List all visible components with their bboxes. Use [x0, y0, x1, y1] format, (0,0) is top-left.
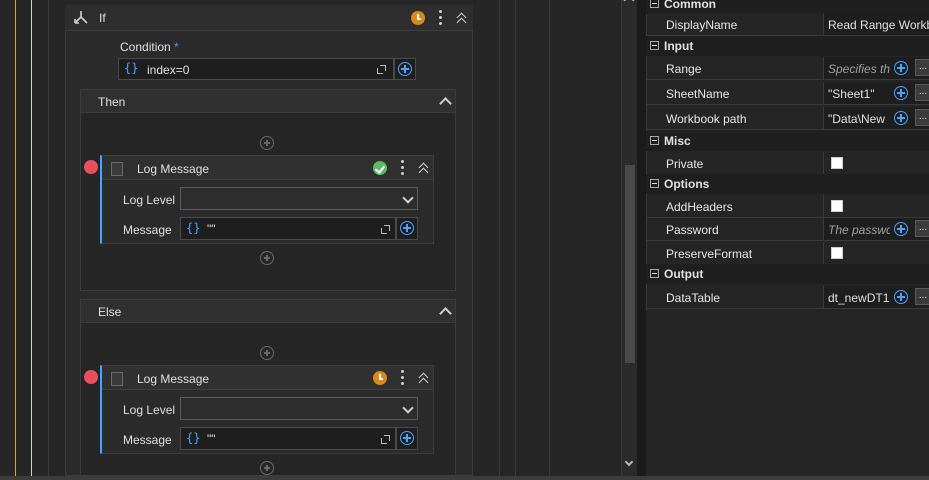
- password-field[interactable]: The passwc ...: [823, 218, 929, 240]
- expression-icon: {}: [124, 61, 139, 75]
- else-label: Else: [98, 305, 122, 319]
- warning-clock-icon[interactable]: [373, 371, 387, 385]
- workflow-designer[interactable]: If Condition * {} index=0 Then Log Messa…: [0, 0, 621, 476]
- property-display-name[interactable]: DisplayName Read Range Workbook: [646, 13, 929, 36]
- properties-panel: Common DisplayName Read Range Workbook I…: [646, 0, 929, 476]
- log-level-label: Log Level: [123, 193, 176, 207]
- more-options-icon[interactable]: [401, 370, 405, 388]
- log-message-icon: [111, 162, 123, 176]
- collapse-category-icon[interactable]: [650, 41, 659, 50]
- category-options[interactable]: Options: [646, 174, 929, 194]
- add-variable-icon[interactable]: [894, 111, 908, 125]
- ellipsis-button[interactable]: ...: [915, 288, 929, 305]
- add-variable-icon[interactable]: [894, 86, 908, 100]
- then-label: Then: [98, 95, 126, 109]
- category-common[interactable]: Common: [646, 0, 929, 14]
- log-level-select[interactable]: [180, 187, 418, 210]
- add-variable-icon[interactable]: [400, 431, 414, 445]
- warning-clock-icon[interactable]: [411, 11, 425, 25]
- expression-icon: {}: [186, 431, 201, 445]
- designer-scrollbar[interactable]: [621, 0, 637, 476]
- sequence-guide-line: [15, 0, 16, 476]
- add-variable-icon[interactable]: [398, 62, 412, 76]
- more-options-icon[interactable]: [401, 160, 405, 178]
- log-level-select[interactable]: [180, 397, 418, 420]
- message-label: Message: [123, 433, 172, 447]
- category-misc[interactable]: Misc: [646, 131, 929, 151]
- condition-label: Condition *: [120, 40, 179, 54]
- private-field: [823, 152, 929, 174]
- guide-line: [499, 0, 500, 476]
- if-branch-icon: [74, 11, 88, 24]
- add-activity-icon[interactable]: [260, 461, 274, 475]
- bottom-border: [0, 476, 929, 480]
- breakpoint-icon[interactable]: [84, 160, 98, 174]
- scroll-up-icon[interactable]: [623, 0, 635, 6]
- ellipsis-button[interactable]: ...: [915, 220, 929, 237]
- scroll-down-icon[interactable]: [624, 457, 634, 467]
- guide-line: [515, 0, 516, 476]
- add-variable-icon[interactable]: [894, 61, 908, 75]
- expand-editor-icon[interactable]: [381, 225, 390, 234]
- property-workbook-path[interactable]: Workbook path "Data\New ...: [646, 107, 929, 130]
- collapse-icon[interactable]: [418, 372, 430, 388]
- guide-line: [48, 0, 49, 476]
- property-data-table[interactable]: DataTable dt_newDT1 ...: [646, 286, 929, 309]
- collapse-category-icon[interactable]: [650, 136, 659, 145]
- property-add-headers[interactable]: AddHeaders: [646, 195, 929, 218]
- more-options-icon[interactable]: [439, 10, 443, 28]
- preserve-format-field: [823, 242, 929, 264]
- property-sheet-name[interactable]: SheetName "Sheet1" ...: [646, 82, 929, 105]
- else-header[interactable]: [80, 299, 456, 323]
- condition-value: index=0: [147, 63, 190, 77]
- add-headers-checkbox[interactable]: [831, 200, 843, 212]
- then-header[interactable]: [80, 89, 456, 113]
- preserve-format-checkbox[interactable]: [831, 247, 843, 259]
- message-label: Message: [123, 223, 172, 237]
- message-value: "": [207, 432, 216, 446]
- collapse-category-icon[interactable]: [650, 179, 659, 188]
- if-title: If: [99, 11, 106, 25]
- category-input[interactable]: Input: [646, 36, 929, 56]
- breakpoint-icon[interactable]: [84, 370, 98, 384]
- expression-icon: {}: [186, 221, 201, 235]
- add-activity-icon[interactable]: [260, 251, 274, 265]
- ellipsis-button[interactable]: ...: [915, 59, 929, 76]
- collapse-icon[interactable]: [456, 12, 468, 28]
- property-private[interactable]: Private: [646, 152, 929, 175]
- log-message-icon: [111, 372, 123, 386]
- ellipsis-button[interactable]: ...: [915, 84, 929, 101]
- activity-title: Log Message: [137, 372, 210, 386]
- scrollbar-thumb[interactable]: [625, 165, 635, 363]
- data-table-field[interactable]: dt_newDT1 ...: [823, 286, 929, 308]
- message-value: "": [207, 222, 216, 236]
- collapse-category-icon[interactable]: [650, 269, 659, 278]
- property-password[interactable]: Password The passwc ...: [646, 218, 929, 241]
- log-level-label: Log Level: [123, 403, 176, 417]
- category-output[interactable]: Output: [646, 264, 929, 284]
- flowchart-guide-line: [31, 0, 32, 476]
- property-preserve-format[interactable]: PreserveFormat: [646, 242, 929, 265]
- display-name-field[interactable]: Read Range Workbook: [823, 13, 929, 35]
- property-range[interactable]: Range Specifies th ...: [646, 57, 929, 80]
- workbook-path-field[interactable]: "Data\New ...: [823, 107, 929, 129]
- add-variable-icon[interactable]: [894, 222, 908, 236]
- add-variable-icon[interactable]: [400, 221, 414, 235]
- valid-check-icon: [373, 161, 387, 175]
- add-activity-icon[interactable]: [260, 136, 274, 150]
- add-activity-icon[interactable]: [260, 346, 274, 360]
- collapse-category-icon[interactable]: [650, 0, 659, 8]
- add-variable-icon[interactable]: [894, 290, 908, 304]
- panel-splitter[interactable]: [637, 0, 646, 476]
- sheet-name-field[interactable]: "Sheet1" ...: [823, 82, 929, 104]
- ellipsis-button[interactable]: ...: [915, 109, 929, 126]
- expand-editor-icon[interactable]: [377, 65, 386, 74]
- activity-title: Log Message: [137, 162, 210, 176]
- collapse-icon[interactable]: [418, 162, 430, 178]
- expand-editor-icon[interactable]: [381, 435, 390, 444]
- add-headers-field: [823, 195, 929, 217]
- guide-line: [549, 0, 550, 476]
- private-checkbox[interactable]: [831, 157, 843, 169]
- range-field[interactable]: Specifies th ...: [823, 57, 929, 79]
